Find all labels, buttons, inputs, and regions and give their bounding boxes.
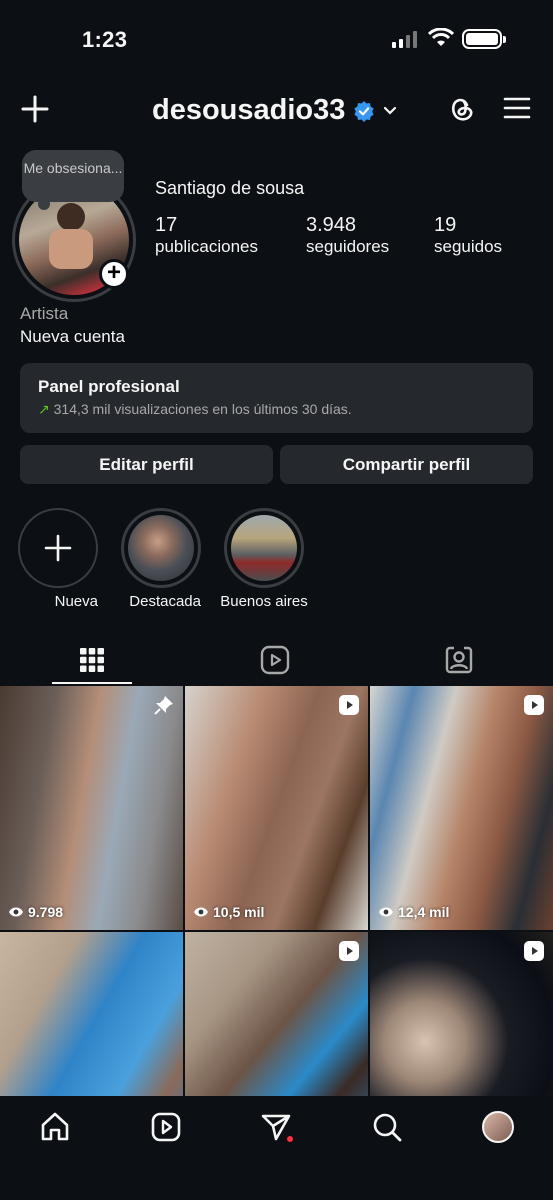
views-icon <box>9 907 23 917</box>
post-views: 10,5 mil <box>193 904 264 920</box>
highlight-cover <box>128 515 194 581</box>
username: desousadio33 <box>152 94 346 126</box>
tab-tagged[interactable] <box>419 636 499 684</box>
reel-icon <box>524 941 544 961</box>
threads-icon[interactable] <box>446 94 476 126</box>
edit-profile-button[interactable]: Editar perfil <box>20 445 273 484</box>
reel-icon <box>524 695 544 715</box>
highlight-cover <box>231 515 297 581</box>
note-text: Me obsesiona... <box>23 160 123 176</box>
highlight-label: Buenos aires <box>220 593 308 610</box>
bio: Artista Nueva cuenta <box>20 302 125 348</box>
status-bar: 1:23 <box>0 0 553 80</box>
post-thumbnail[interactable]: 9.798 <box>0 686 183 930</box>
stat-value: 17 <box>155 214 178 236</box>
stat-followers[interactable]: 3.948 seguidores <box>306 214 389 258</box>
nav-messages[interactable] <box>259 1110 293 1144</box>
full-name: Santiago de sousa <box>155 178 305 198</box>
battery-icon <box>462 29 506 49</box>
stat-value: 19 <box>434 214 457 236</box>
plus-icon <box>44 534 72 562</box>
reel-icon <box>339 941 359 961</box>
highlight-buenos-aires[interactable]: Buenos aires <box>220 508 308 611</box>
highlight-ring <box>121 508 201 588</box>
highlight-label: Destacada <box>129 593 201 610</box>
professional-dashboard[interactable]: Panel profesional ↗ 314,3 mil visualizac… <box>20 363 533 433</box>
nav-home[interactable] <box>38 1110 72 1144</box>
highlight-ring <box>224 508 304 588</box>
post-thumbnail[interactable]: 10,5 mil <box>185 686 368 930</box>
posts-grid: 9.798 10,5 mil 12,4 mil <box>0 686 553 1096</box>
chevron-down-icon <box>384 106 397 115</box>
tab-grid[interactable] <box>52 636 132 684</box>
menu-icon[interactable] <box>503 96 531 120</box>
dashboard-subtitle: ↗ 314,3 mil visualizaciones en los últim… <box>38 401 515 418</box>
verified-icon <box>354 100 375 122</box>
tab-reels[interactable] <box>235 636 315 684</box>
signal-icon <box>392 30 417 48</box>
post-thumbnail[interactable] <box>185 932 368 1096</box>
highlight-new[interactable]: Nueva <box>18 508 98 611</box>
nav-profile[interactable] <box>481 1110 515 1144</box>
profile-avatar-icon <box>482 1111 514 1143</box>
views-icon <box>379 907 393 917</box>
new-highlight-ring <box>18 508 98 588</box>
post-thumbnail[interactable] <box>370 932 553 1096</box>
dashboard-metric: 314,3 mil visualizaciones en los últimos… <box>53 401 352 417</box>
nav-reels[interactable] <box>149 1110 183 1144</box>
post-thumbnail[interactable]: 12,4 mil <box>370 686 553 930</box>
stat-value: 3.948 <box>306 214 357 236</box>
post-views: 9.798 <box>8 904 63 920</box>
reels-icon <box>260 645 290 675</box>
status-time: 1:23 <box>82 27 128 52</box>
reels-icon <box>151 1112 181 1142</box>
views-count: 9.798 <box>28 904 64 920</box>
post-views: 12,4 mil <box>378 904 449 920</box>
post-thumbnail[interactable] <box>0 932 183 1096</box>
create-icon[interactable] <box>20 94 50 124</box>
stat-label: seguidos <box>434 237 503 256</box>
notification-dot <box>287 1136 293 1142</box>
username-switcher[interactable]: desousadio33 <box>152 94 397 127</box>
views-count: 10,5 mil <box>213 904 265 920</box>
grid-icon <box>80 648 104 672</box>
highlight-destacada[interactable]: Destacada <box>121 508 201 611</box>
views-icon <box>194 907 208 917</box>
bio-text: Nueva cuenta <box>20 327 125 346</box>
pin-icon <box>154 696 173 715</box>
reel-icon <box>339 695 359 715</box>
dashboard-title: Panel profesional <box>38 377 180 396</box>
bottom-nav <box>0 1096 553 1200</box>
stat-following[interactable]: 19 seguidos <box>434 214 502 258</box>
profile-note[interactable]: Me obsesiona... <box>22 150 124 210</box>
views-count: 12,4 mil <box>398 904 450 920</box>
search-icon <box>373 1113 402 1142</box>
home-icon <box>41 1112 69 1141</box>
profile-tabs <box>0 636 553 686</box>
wifi-icon <box>428 28 454 46</box>
stat-posts[interactable]: 17 publicaciones <box>155 214 258 258</box>
add-story-button[interactable]: + <box>99 259 129 289</box>
share-profile-button[interactable]: Compartir perfil <box>280 445 533 484</box>
stat-label: publicaciones <box>155 237 259 256</box>
trend-up-icon: ↗ <box>38 401 50 417</box>
nav-search[interactable] <box>370 1110 404 1144</box>
stat-label: seguidores <box>306 237 390 256</box>
tagged-icon <box>445 646 473 674</box>
profile-header: desousadio33 <box>0 86 553 134</box>
highlight-label: Nueva <box>54 593 98 610</box>
category-label: Artista <box>20 304 69 323</box>
